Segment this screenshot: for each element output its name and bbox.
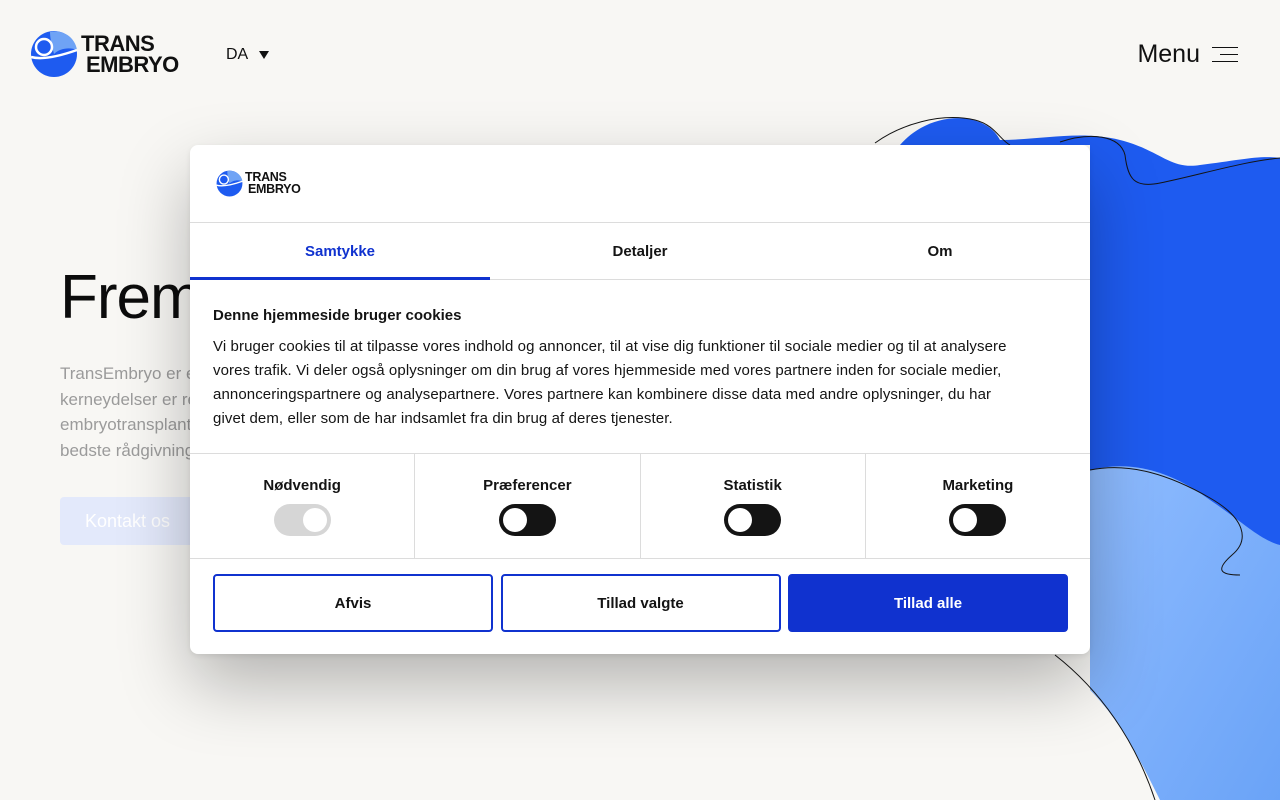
- allow-all-button[interactable]: Tillad alle: [788, 574, 1068, 632]
- toggle-knob: [953, 508, 978, 532]
- allow-selected-button[interactable]: Tillad valgte: [500, 574, 781, 632]
- preferences-toggle[interactable]: [498, 504, 556, 536]
- hamburger-icon: [1212, 46, 1238, 64]
- marketing-toggle[interactable]: [949, 504, 1007, 536]
- cookie-category-toggles: Nødvendig Præferencer Statistik Marketin…: [190, 453, 1090, 559]
- category-statistics: Statistik: [641, 454, 866, 558]
- menu-label: Menu: [1137, 40, 1200, 68]
- transembryo-logo-icon: [216, 170, 243, 197]
- logo-wordmark: TRANS EMBRYO: [245, 170, 301, 196]
- transembryo-logo-icon: [30, 31, 78, 77]
- category-label: Statistik: [723, 477, 782, 494]
- category-marketing: Marketing: [866, 454, 1090, 558]
- category-preferences: Præferencer: [415, 454, 641, 558]
- tab-om[interactable]: Om: [790, 223, 1090, 279]
- cookie-actions: Afvis Tillad valgte Tillad alle: [213, 574, 1068, 632]
- cookie-tabs: Samtykke Detaljer Om: [190, 222, 1090, 280]
- category-label: Præferencer: [483, 477, 572, 494]
- cookie-consent-dialog: TRANS EMBRYO Samtykke Detaljer Om Denne …: [190, 145, 1090, 654]
- toggle-knob: [728, 508, 753, 532]
- category-label: Marketing: [942, 477, 1014, 494]
- dialog-logo: TRANS EMBRYO: [216, 170, 301, 197]
- hero-title: Frem: [60, 263, 202, 332]
- language-selector[interactable]: DA: [226, 46, 270, 64]
- toggle-knob: [502, 508, 527, 532]
- cookie-description: Vi bruger cookies til at tilpasse vores …: [213, 338, 1007, 427]
- toggle-knob: [302, 508, 327, 532]
- necessary-toggle: [273, 504, 331, 536]
- site-logo[interactable]: TRANS EMBRYO: [30, 30, 179, 78]
- language-label: DA: [226, 46, 249, 63]
- statistics-toggle[interactable]: [724, 504, 782, 536]
- chevron-down-icon: [259, 51, 270, 59]
- category-necessary: Nødvendig: [190, 454, 416, 558]
- menu-button[interactable]: Menu: [1137, 40, 1238, 69]
- logo-wordmark: TRANS EMBRYO: [81, 31, 179, 77]
- tab-samtykke[interactable]: Samtykke: [190, 223, 490, 280]
- tab-detaljer[interactable]: Detaljer: [490, 223, 790, 279]
- category-label: Nødvendig: [263, 477, 341, 494]
- cookie-title: Denne hjemmeside bruger cookies: [213, 307, 462, 324]
- reject-button[interactable]: Afvis: [213, 574, 493, 632]
